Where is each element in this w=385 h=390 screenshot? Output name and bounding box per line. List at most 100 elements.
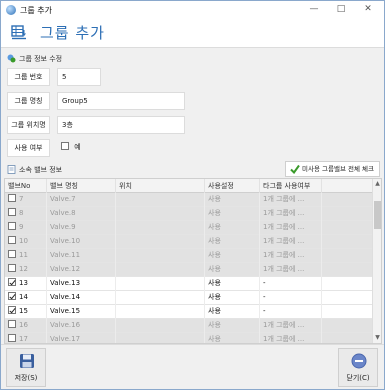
table-row[interactable]: 16 Valve.16 사용 1개 그룹에 ... (5, 319, 373, 333)
table-row[interactable]: 11 Valve.11 사용 1개 그룹에 ... (5, 249, 373, 263)
maximize-button[interactable]: □ (330, 3, 352, 16)
valve-section-label: 소속 밸브 정보 (7, 165, 62, 175)
cell-valve-name: Valve.17 (47, 333, 116, 343)
scroll-thumb[interactable] (374, 201, 381, 229)
group-location-label: 그룹 위치명 (7, 116, 50, 134)
cell-valve-no: 8 (5, 207, 47, 221)
cell-valve-name: Valve.9 (47, 221, 116, 235)
table-row[interactable]: 10 Valve.10 사용 1개 그룹에 ... (5, 235, 373, 249)
valve-table: 밸브No 밸브 명칭 위치 사용설정 타그룹 사용여부 7 Valve.7 사용 1개… (4, 178, 382, 344)
valve-no-text: 10 (19, 237, 28, 245)
col-valve-name[interactable]: 밸브 명칭 (47, 179, 116, 193)
cell-usage: 사용 (205, 221, 260, 235)
row-checkbox[interactable] (8, 306, 16, 314)
table-row[interactable]: 8 Valve.8 사용 1개 그룹에 ... (5, 207, 373, 221)
cell-valve-no: 14 (5, 291, 47, 305)
row-checkbox[interactable] (8, 320, 16, 328)
cell-empty (322, 263, 373, 277)
minimize-button[interactable]: — (303, 3, 325, 16)
group-location-field[interactable]: 3층 (57, 116, 185, 134)
cell-other-group: 1개 그룹에 ... (260, 193, 322, 207)
col-other-group[interactable]: 타그룹 사용여부 (260, 179, 322, 193)
col-location[interactable]: 위치 (116, 179, 205, 193)
close-button[interactable]: 닫기(C) (338, 348, 378, 387)
close-window-button[interactable]: ✕ (357, 3, 379, 16)
cell-empty (322, 305, 373, 319)
group-name-field[interactable]: Group5 (57, 92, 185, 110)
valve-no-text: 12 (19, 265, 28, 273)
cell-location (116, 193, 205, 207)
table-row[interactable]: 12 Valve.12 사용 1개 그룹에 ... (5, 263, 373, 277)
cell-empty (322, 221, 373, 235)
row-checkbox[interactable] (8, 236, 16, 244)
save-button[interactable]: 저장(S) (6, 348, 46, 387)
table-row[interactable]: 14 Valve.14 사용 - (5, 291, 373, 305)
scroll-up-icon[interactable]: ▲ (374, 180, 381, 188)
usage-toggle[interactable]: 예 (57, 139, 101, 157)
cell-location (116, 235, 205, 249)
scroll-down-icon[interactable]: ▼ (374, 334, 381, 342)
table-row[interactable]: 7 Valve.7 사용 1개 그룹에 ... (5, 193, 373, 207)
valve-no-text: 15 (19, 307, 28, 315)
valve-no-text: 7 (19, 195, 24, 203)
check-all-unused-button[interactable]: 미사용 그룹밸브 전체 체크 (285, 161, 380, 177)
row-checkbox[interactable] (8, 264, 16, 272)
close-button-label: 닫기(C) (346, 374, 370, 382)
valve-no-text: 14 (19, 293, 28, 301)
valve-no-text: 9 (19, 223, 24, 231)
check-all-unused-label: 미사용 그룹밸브 전체 체크 (302, 165, 374, 173)
group-number-label: 그룹 번호 (7, 68, 50, 86)
cell-location (116, 263, 205, 277)
row-checkbox[interactable] (8, 222, 16, 230)
col-valve-no[interactable]: 밸브No (5, 179, 47, 193)
save-button-label: 저장(S) (14, 374, 38, 382)
cell-location (116, 291, 205, 305)
valve-no-text: 8 (19, 209, 24, 217)
cell-empty (322, 193, 373, 207)
cell-empty (322, 249, 373, 263)
table-row[interactable]: 17 Valve.17 사용 1개 그룹에 ... (5, 333, 373, 343)
vertical-scrollbar[interactable]: ▲ ▼ (372, 179, 381, 343)
cell-usage: 사용 (205, 263, 260, 277)
table-row[interactable]: 13 Valve.13 사용 - (5, 277, 373, 291)
table-row[interactable]: 15 Valve.15 사용 - (5, 305, 373, 319)
cell-other-group: 1개 그룹에 ... (260, 235, 322, 249)
cell-valve-name: Valve.13 (47, 277, 116, 291)
cell-valve-no: 17 (5, 333, 47, 343)
cell-empty (322, 207, 373, 221)
group-number-field[interactable]: 5 (57, 68, 101, 86)
cell-usage: 사용 (205, 207, 260, 221)
cell-valve-name: Valve.14 (47, 291, 116, 305)
cell-other-group: 1개 그룹에 ... (260, 319, 322, 333)
cell-valve-no: 7 (5, 193, 47, 207)
usage-checkbox[interactable] (61, 142, 69, 150)
group-info-section-text: 그룹 정보 수정 (19, 55, 63, 63)
cell-valve-name: Valve.7 (47, 193, 116, 207)
cell-usage: 사용 (205, 277, 260, 291)
table-download-icon (11, 25, 26, 40)
cell-empty (322, 277, 373, 291)
row-checkbox[interactable] (8, 292, 16, 300)
col-usage[interactable]: 사용설정 (205, 179, 260, 193)
floppy-disk-icon (20, 354, 34, 368)
row-checkbox[interactable] (8, 334, 16, 342)
cell-valve-no: 15 (5, 305, 47, 319)
table-row[interactable]: 9 Valve.9 사용 1개 그룹에 ... (5, 221, 373, 235)
title-bar: 그룹 추가 — □ ✕ (1, 1, 384, 18)
window-title: 그룹 추가 (20, 6, 52, 15)
cell-valve-no: 13 (5, 277, 47, 291)
row-checkbox[interactable] (8, 194, 16, 202)
cell-valve-no: 10 (5, 235, 47, 249)
cell-valve-name: Valve.16 (47, 319, 116, 333)
cell-location (116, 277, 205, 291)
cell-empty (322, 319, 373, 333)
app-globe-icon (6, 5, 16, 15)
row-checkbox[interactable] (8, 250, 16, 258)
document-list-icon (7, 165, 16, 174)
row-checkbox[interactable] (8, 278, 16, 286)
row-checkbox[interactable] (8, 208, 16, 216)
cell-valve-no: 11 (5, 249, 47, 263)
cell-location (116, 249, 205, 263)
close-minus-icon (351, 353, 367, 369)
cell-usage: 사용 (205, 249, 260, 263)
